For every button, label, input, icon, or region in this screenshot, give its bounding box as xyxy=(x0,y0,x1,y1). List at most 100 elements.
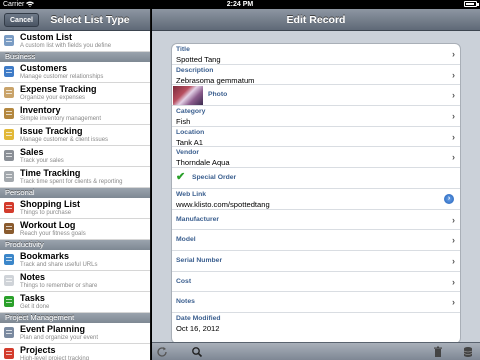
field-label: Manufacturer xyxy=(176,215,220,223)
list-type-description: Organize your expenses xyxy=(20,95,86,101)
record-form: Title Spotted Tang › Description Zebrasoma… xyxy=(171,43,461,344)
chevron-right-icon: › xyxy=(452,214,455,225)
list-type-name: Projects xyxy=(20,345,56,355)
field-row-web-link[interactable]: Web Link www.klisto.com/spottedtang › xyxy=(172,189,460,210)
field-label: Location xyxy=(176,128,205,136)
field-row-description[interactable]: Description Zebrasoma gemmatum › xyxy=(172,65,460,86)
field-value: Tank A1 xyxy=(176,137,204,147)
list-type-name: Time Tracking xyxy=(20,168,81,178)
cash-register-icon xyxy=(3,149,15,162)
receipt-icon xyxy=(3,86,15,99)
field-row-cost[interactable]: Cost › xyxy=(172,272,460,293)
field-row-category[interactable]: Category Fish › xyxy=(172,106,460,127)
list-type-item[interactable]: Sales Track your sales xyxy=(0,146,150,167)
status-time: 2:24 PM xyxy=(226,1,254,8)
list-type-description: Reach your fitness goals xyxy=(20,231,86,237)
chevron-right-icon: › xyxy=(452,90,455,101)
search-icon[interactable] xyxy=(191,346,203,358)
list-type-item[interactable]: Notes Things to remember or share xyxy=(0,271,150,292)
field-row-location[interactable]: Location Tank A1 › xyxy=(172,127,460,148)
document-icon xyxy=(3,34,15,47)
field-value: www.klisto.com/spottedtang xyxy=(176,199,270,209)
list-type-description: Track and share useful URLs xyxy=(20,262,98,268)
field-label: Date Modified xyxy=(176,314,221,322)
field-row-model[interactable]: Model › xyxy=(172,230,460,251)
field-row-photo[interactable]: Photo › xyxy=(172,85,460,107)
field-row-manufacturer[interactable]: Manufacturer › xyxy=(172,210,460,231)
field-row-vendor[interactable]: Vendor Thorndale Aqua › xyxy=(172,147,460,169)
field-label: Serial Number xyxy=(176,256,223,264)
list-type-item[interactable]: Event Planning Plan and organize your eve… xyxy=(0,323,150,344)
list-type-name: Custom List xyxy=(20,32,73,42)
box-icon xyxy=(3,107,15,120)
list-type-name: Issue Tracking xyxy=(20,126,83,136)
shopping-cart-icon xyxy=(3,201,15,214)
list-type-item[interactable]: Customers Manage customer relationships xyxy=(0,62,150,83)
field-row-special-order[interactable]: ✔ Special Order xyxy=(172,168,460,189)
field-label: Category xyxy=(176,108,206,116)
checkmark-icon xyxy=(3,295,15,308)
trash-icon[interactable] xyxy=(432,346,444,358)
list-type-description: Things to purchase xyxy=(20,210,72,216)
list-type-name: Inventory xyxy=(20,105,61,115)
field-label: Title xyxy=(176,46,190,53)
list-type-description: Things to remember or share xyxy=(20,283,98,289)
list-type-panel: Cancel Select List Type Custom List A cus… xyxy=(0,9,151,360)
field-label: Special Order xyxy=(192,174,237,182)
list-type-name: Customers xyxy=(20,63,68,73)
list-type-item[interactable]: Custom List A custom list with fields you… xyxy=(0,31,150,52)
list-type-item[interactable]: Expense Tracking Organize your expenses xyxy=(0,83,150,104)
field-label: Cost xyxy=(176,277,192,285)
list-type-item[interactable]: Shopping List Things to purchase xyxy=(0,198,150,219)
field-row-notes[interactable]: Notes › xyxy=(172,292,460,313)
field-label: Notes xyxy=(176,298,195,306)
chevron-right-icon: › xyxy=(452,152,455,163)
status-bar: Carrier 2:24 PM xyxy=(0,0,480,9)
list-type-item[interactable]: Bookmarks Track and share useful URLs xyxy=(0,250,150,271)
field-label: Vendor xyxy=(176,149,200,157)
target-icon xyxy=(3,347,15,360)
field-label: Photo xyxy=(208,91,228,99)
list-type-item[interactable]: Projects High-level project tracking xyxy=(0,344,150,360)
field-label: Description xyxy=(176,66,214,74)
field-row-title[interactable]: Title Spotted Tang › xyxy=(172,44,460,65)
chevron-right-icon: › xyxy=(452,49,455,59)
list-type-name: Event Planning xyxy=(20,324,86,334)
list-type-name: Workout Log xyxy=(20,220,76,230)
field-value: Spotted Tang xyxy=(176,55,221,64)
list-type-item[interactable]: Workout Log Reach your fitness goals xyxy=(0,219,150,240)
refresh-icon[interactable] xyxy=(156,346,168,358)
list-type-item[interactable]: Issue Tracking Manage customer & client i… xyxy=(0,125,150,146)
chevron-right-icon: › xyxy=(452,131,455,142)
list-type-description: Manage customer relationships xyxy=(20,74,104,80)
bottom-toolbar xyxy=(152,342,480,360)
chevron-right-icon: › xyxy=(452,69,455,80)
list-type-item[interactable]: Tasks Get it done xyxy=(0,292,150,313)
field-value: Oct 16, 2012 xyxy=(176,323,220,333)
clock-icon xyxy=(3,170,15,183)
right-navbar: Edit Record xyxy=(152,9,480,31)
checkmark-icon[interactable]: ✔ xyxy=(176,172,185,183)
list-type-item[interactable]: Time Tracking Track time spent for client… xyxy=(0,167,150,188)
field-row-serial-number[interactable]: Serial Number › xyxy=(172,251,460,272)
field-value: Fish xyxy=(176,117,191,127)
photo-thumbnail[interactable] xyxy=(173,86,203,106)
calendar-icon xyxy=(3,326,15,339)
list-type-description: Get it done xyxy=(20,304,50,310)
section-header: Productivity xyxy=(0,240,150,250)
list-type-name: Expense Tracking xyxy=(20,84,97,94)
field-row-date-modified[interactable]: Date Modified Oct 16, 2012 xyxy=(172,313,460,334)
list-type-name: Sales xyxy=(20,147,44,157)
list-type-item[interactable]: Inventory Simple inventory management xyxy=(0,104,150,125)
field-value: Zebrasoma gemmatum xyxy=(176,75,255,85)
database-icon[interactable] xyxy=(462,346,474,358)
list-type-description: Simple inventory management xyxy=(20,116,102,122)
globe-icon xyxy=(3,253,15,266)
person-icon xyxy=(3,65,15,78)
edit-record-title: Edit Record xyxy=(286,14,346,26)
speech-bubble-icon xyxy=(3,128,15,141)
note-icon xyxy=(3,274,15,287)
open-link-icon[interactable]: › xyxy=(444,193,454,204)
chevron-right-icon: › xyxy=(452,276,455,287)
list-type-name: Notes xyxy=(20,272,46,282)
